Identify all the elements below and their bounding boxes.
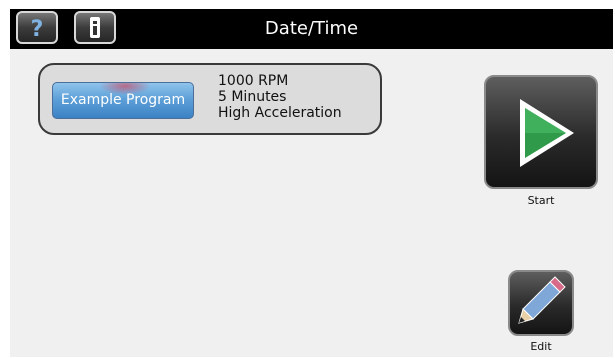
- info-button[interactable]: [74, 11, 116, 44]
- program-duration: 5 Minutes: [218, 89, 287, 105]
- question-mark-icon: ?: [31, 17, 44, 42]
- start-button[interactable]: [484, 75, 598, 189]
- svg-text:?: ?: [31, 17, 44, 42]
- edit-label: Edit: [530, 340, 552, 353]
- edit-button[interactable]: [508, 270, 574, 336]
- program-details: 1000 RPM 5 Minutes High Acceleration: [218, 73, 342, 121]
- program-select-button[interactable]: Example Program: [52, 82, 194, 119]
- pencil-icon: [518, 276, 566, 324]
- play-icon: [520, 99, 574, 167]
- screen: Date/Time ? Example Program 1000 RPM 5 M…: [10, 9, 613, 357]
- start-label: Start: [527, 194, 555, 207]
- program-card: Example Program 1000 RPM 5 Minutes High …: [38, 63, 382, 135]
- program-name: Example Program: [60, 92, 186, 108]
- program-speed: 1000 RPM: [218, 73, 289, 89]
- help-button[interactable]: ?: [16, 11, 58, 44]
- program-acceleration: High Acceleration: [218, 105, 342, 121]
- info-icon: [90, 17, 100, 38]
- header-bar: Date/Time ?: [10, 9, 613, 49]
